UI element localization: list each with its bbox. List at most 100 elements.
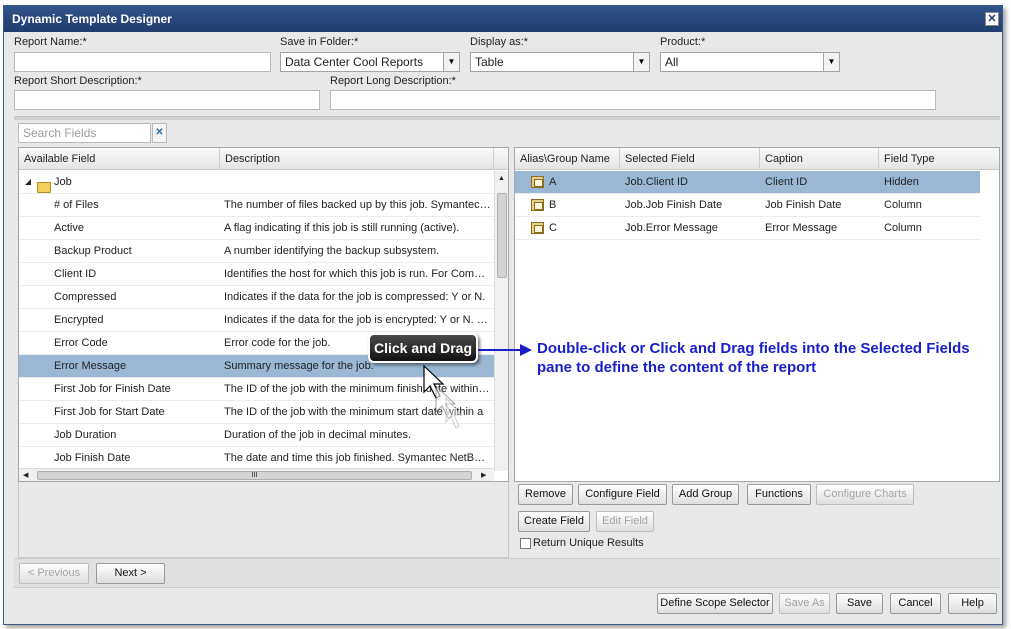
available-field-name: Backup Product	[54, 245, 132, 257]
selected-alias: C	[549, 222, 557, 234]
available-field-description: Indicates if the data for the job is com…	[224, 291, 486, 303]
product-label: Product:*	[660, 36, 706, 48]
long-desc-label: Report Long Description:*	[330, 75, 456, 87]
vertical-scroll-thumb[interactable]	[497, 193, 507, 278]
table-row[interactable]: Job Finish Date The date and time this jo…	[19, 447, 494, 470]
available-field-description: Indicates if the data for the job is enc…	[224, 314, 491, 326]
selected-alias: B	[549, 199, 557, 211]
selected-field-header[interactable]: Selected Field	[620, 148, 760, 170]
create-field-button[interactable]: Create Field	[518, 511, 590, 532]
table-icon	[531, 176, 544, 188]
save-button[interactable]: Save	[836, 593, 883, 614]
available-field-description: The date and time this job finished. Sym…	[224, 452, 491, 464]
product-value: All	[665, 55, 679, 69]
available-field-name: Error Message	[54, 360, 127, 372]
description-header[interactable]: Description	[220, 148, 494, 170]
display-as-select[interactable]: Table ▼	[470, 52, 650, 72]
header-spacer	[494, 148, 508, 170]
selected-alias: A	[549, 176, 557, 188]
product-select[interactable]: All ▼	[660, 52, 840, 72]
dynamic-template-designer-window: Dynamic Template Designer ✕ Report Name:…	[3, 5, 1003, 625]
clear-search-icon[interactable]: ✕	[152, 123, 167, 143]
available-field-description: A number identifying the backup subsyste…	[224, 245, 440, 257]
return-unique-checkbox[interactable]	[520, 538, 531, 549]
tree-group-row[interactable]: ◢ Job	[19, 171, 494, 194]
display-as-value: Table	[475, 55, 504, 69]
caption-header[interactable]: Caption	[760, 148, 879, 170]
available-field-name: First Job for Finish Date	[54, 383, 171, 395]
available-field-name: Encrypted	[54, 314, 104, 326]
table-row[interactable]: # of Files The number of files backed up …	[19, 194, 494, 217]
section-divider	[14, 116, 1000, 120]
available-field-name: Compressed	[54, 291, 117, 303]
selected-field-type: Column	[884, 199, 922, 211]
configure-field-button[interactable]: Configure Field	[578, 484, 667, 505]
vertical-scrollbar[interactable]: ▲	[494, 171, 508, 471]
available-pane-footer	[18, 482, 509, 558]
save-as-button[interactable]: Save As	[779, 593, 830, 614]
report-name-input[interactable]	[14, 52, 271, 72]
functions-button[interactable]: Functions	[747, 484, 811, 505]
table-row[interactable]: C Job.Error Message Error Message Column	[515, 217, 980, 240]
available-field-name: Client ID	[54, 268, 97, 280]
scroll-left-icon[interactable]: ◀	[23, 471, 28, 479]
search-input[interactable]: Search Fields	[18, 123, 151, 143]
chevron-down-icon[interactable]: ▼	[823, 53, 839, 71]
cancel-button[interactable]: Cancel	[890, 593, 941, 614]
table-row[interactable]: Backup Product A number identifying the b…	[19, 240, 494, 263]
save-in-folder-label: Save in Folder:*	[280, 36, 359, 48]
available-field-description: The number of files backed up by this jo…	[224, 199, 491, 211]
selected-field-type: Column	[884, 222, 922, 234]
table-row[interactable]: Client ID Identifies the host for which t…	[19, 263, 494, 286]
scroll-up-icon[interactable]: ▲	[498, 175, 505, 182]
long-desc-input[interactable]	[330, 90, 936, 110]
alias-group-header[interactable]: Alias\Group Name	[515, 148, 620, 170]
help-button[interactable]: Help	[948, 593, 997, 614]
available-field-name: First Job for Start Date	[54, 406, 165, 418]
selected-fields-pane: Alias\Group Name Selected Field Caption …	[514, 147, 1000, 482]
window-title: Dynamic Template Designer	[12, 12, 172, 26]
define-scope-selector-button[interactable]: Define Scope Selector	[657, 593, 773, 614]
save-in-folder-select[interactable]: Data Center Cool Reports ▼	[280, 52, 460, 72]
table-row[interactable]: Encrypted Indicates if the data for the j…	[19, 309, 494, 332]
available-field-name: Job Finish Date	[54, 452, 131, 464]
table-row[interactable]: B Job.Job Finish Date Job Finish Date Colum…	[515, 194, 980, 217]
selected-field-name: Job.Job Finish Date	[625, 199, 723, 211]
expand-triangle-icon[interactable]: ◢	[25, 171, 31, 193]
add-group-button[interactable]: Add Group	[672, 484, 739, 505]
chevron-down-icon[interactable]: ▼	[633, 53, 649, 71]
window-titlebar: Dynamic Template Designer ✕	[4, 6, 1002, 32]
table-row[interactable]: Active A flag indicating if this job is s…	[19, 217, 494, 240]
navigation-bar: < Previous Next >	[14, 558, 1000, 588]
available-field-name: # of Files	[54, 199, 99, 211]
close-icon[interactable]: ✕	[985, 12, 999, 26]
table-icon	[531, 222, 544, 234]
table-row[interactable]: Compressed Indicates if the data for the …	[19, 286, 494, 309]
annotation-arrow-icon	[478, 344, 532, 356]
click-and-drag-callout: Click and Drag	[368, 333, 478, 363]
remove-button[interactable]: Remove	[518, 484, 573, 505]
available-field-description: A flag indicating if this job is still r…	[224, 222, 460, 234]
horizontal-scroll-thumb[interactable]: III	[37, 471, 472, 480]
short-desc-label: Report Short Description:*	[14, 75, 142, 87]
previous-button[interactable]: < Previous	[19, 563, 89, 584]
selected-pane-toolbar: Remove Configure Field Add Group Functio…	[514, 482, 1000, 558]
edit-field-button[interactable]: Edit Field	[596, 511, 654, 532]
selected-field-name: Job.Error Message	[625, 222, 718, 234]
available-field-header[interactable]: Available Field	[19, 148, 220, 170]
field-type-header[interactable]: Field Type	[879, 148, 999, 170]
table-row[interactable]: A Job.Client ID Client ID Hidden	[515, 171, 980, 194]
display-as-label: Display as:*	[470, 36, 529, 48]
selected-caption: Job Finish Date	[765, 199, 842, 211]
drag-cursor-icon	[423, 364, 464, 429]
configure-charts-button[interactable]: Configure Charts	[816, 484, 914, 505]
selected-caption: Client ID	[765, 176, 808, 188]
group-label: Job	[54, 176, 72, 188]
save-in-folder-value: Data Center Cool Reports	[285, 55, 424, 69]
available-field-name: Error Code	[54, 337, 108, 349]
chevron-down-icon[interactable]: ▼	[443, 53, 459, 71]
next-button[interactable]: Next >	[96, 563, 165, 584]
horizontal-scrollbar[interactable]: ◀ III ▶	[19, 468, 494, 481]
scroll-right-icon[interactable]: ▶	[481, 471, 486, 479]
short-desc-input[interactable]	[14, 90, 320, 110]
